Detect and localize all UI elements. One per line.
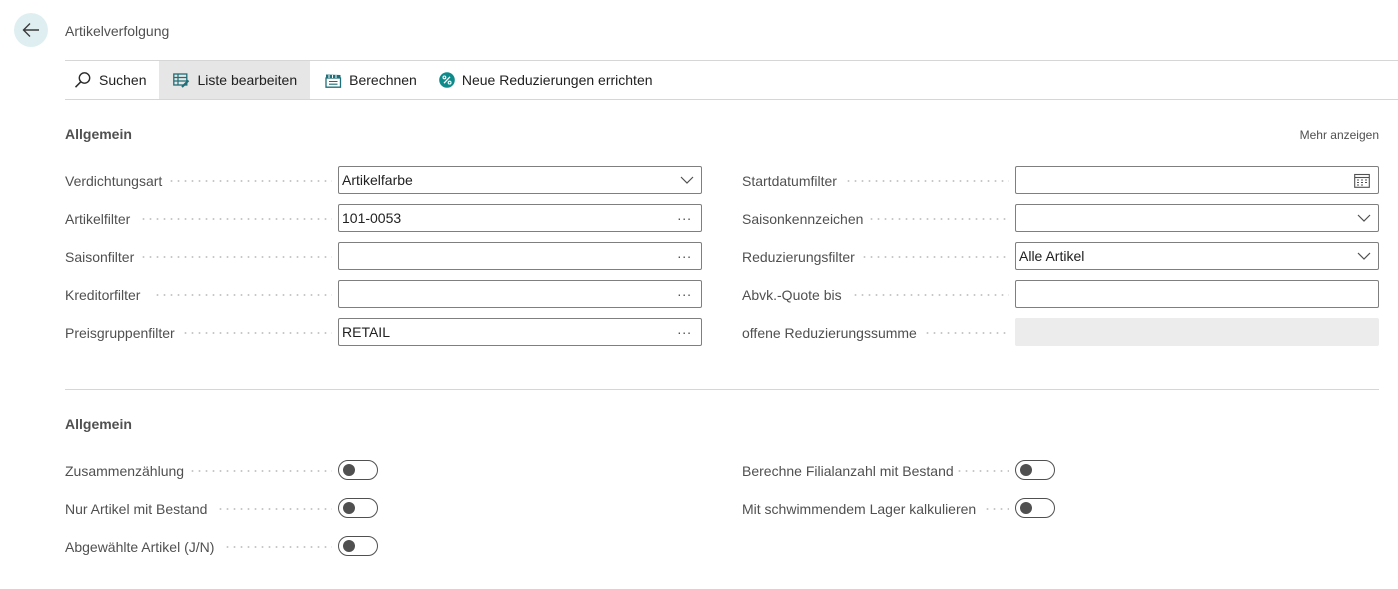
chevron-down-icon (1357, 252, 1371, 260)
toggle-row-floating-stock: Mit schwimmendem Lager kalkulieren (742, 495, 976, 523)
toggle-row-summation: Zusammenzählung (65, 457, 184, 485)
vendor-filter-label: Kreditorfilter (65, 287, 141, 303)
section-divider (65, 389, 1379, 390)
price-group-filter-value: RETAIL (342, 324, 390, 340)
toggle-row-store-count: Berechne Filialanzahl mit Bestand (742, 457, 954, 485)
sales-quota-label: Abvk.-Quote bis (742, 287, 842, 303)
field-row-vendor-filter: Kreditorfilter (65, 281, 140, 309)
deselected-items-toggle[interactable] (338, 536, 378, 556)
price-group-filter-input[interactable]: RETAIL ... (338, 318, 702, 346)
summation-label: Zusammenzählung (65, 463, 185, 479)
deselected-items-label: Abgewählte Artikel (J/N) (65, 539, 215, 555)
dotted-leader (861, 256, 1009, 258)
dotted-leader (182, 332, 332, 334)
open-reduction-sum-label: offene Reduzierungssumme (742, 325, 917, 341)
calculate-action-label: Berechnen (349, 72, 417, 88)
only-items-in-stock-toggle[interactable] (338, 498, 378, 518)
store-count-toggle[interactable] (1015, 460, 1055, 480)
reduction-filter-select[interactable]: Alle Artikel (1015, 242, 1379, 270)
percent-icon (439, 72, 455, 88)
search-icon (74, 72, 91, 88)
toggle-row-deselected-items: Abgewählte Artikel (J/N) (65, 533, 214, 561)
edit-list-icon (173, 72, 190, 88)
field-row-reduction-filter: Reduzierungsfilter (742, 243, 855, 271)
compression-type-select[interactable]: Artikelfarbe (338, 166, 702, 194)
search-action[interactable]: Suchen (65, 61, 153, 99)
only-items-in-stock-label: Nur Artikel mit Bestand (65, 501, 208, 517)
floating-stock-toggle[interactable] (1015, 498, 1055, 518)
dotted-leader (852, 294, 1009, 296)
new-reductions-action-label: Neue Reduzierungen errichten (461, 72, 653, 88)
field-row-open-reduction-sum: offene Reduzierungssumme (742, 319, 917, 347)
field-row-sales-quota: Abvk.-Quote bis (742, 281, 842, 309)
toggle-knob (343, 540, 355, 552)
dotted-leader (845, 180, 1009, 182)
reduction-filter-value: Alle Artikel (1019, 248, 1085, 264)
dotted-leader (224, 546, 332, 548)
dotted-leader (140, 218, 332, 220)
season-filter-input[interactable]: ... (338, 242, 702, 270)
calculate-action[interactable]: Berechnen (316, 61, 424, 99)
compression-type-label: Verdichtungsart (65, 173, 163, 189)
chevron-down-icon (680, 176, 694, 184)
start-date-filter-input[interactable] (1015, 166, 1379, 194)
field-row-start-date-filter: Startdatumfilter (742, 167, 837, 195)
dotted-leader (956, 470, 1009, 472)
edit-list-action-label: Liste bearbeiten (197, 72, 298, 88)
arrow-left-icon (22, 23, 39, 37)
price-group-filter-label: Preisgruppenfilter (65, 325, 175, 341)
dotted-leader (984, 508, 1009, 510)
action-bar: Suchen Liste bearbeiten Berechnen Neue R… (65, 60, 1398, 100)
dotted-leader (868, 218, 1009, 220)
field-row-item-filter: Artikelfilter (65, 205, 130, 233)
ellipsis-icon[interactable]: ... (677, 208, 698, 222)
section-general-options-title: Allgemein (65, 416, 132, 432)
season-code-select[interactable] (1015, 204, 1379, 232)
reduction-filter-label: Reduzierungsfilter (742, 249, 855, 265)
season-code-label: Saisonkennzeichen (742, 211, 864, 227)
toggle-knob (1020, 464, 1032, 476)
field-row-season-filter: Saisonfilter (65, 243, 134, 271)
toggle-row-only-items-in-stock: Nur Artikel mit Bestand (65, 495, 207, 523)
chevron-down-icon (1357, 214, 1371, 222)
field-row-price-group-filter: Preisgruppenfilter (65, 319, 175, 347)
compression-type-value: Artikelfarbe (342, 172, 413, 188)
ellipsis-icon[interactable]: ... (677, 284, 698, 298)
dotted-leader (140, 256, 332, 258)
new-reductions-action[interactable]: Neue Reduzierungen errichten (430, 61, 660, 99)
floating-stock-label: Mit schwimmendem Lager kalkulieren (742, 501, 977, 517)
toggle-knob (1020, 502, 1032, 514)
back-button[interactable] (14, 13, 48, 47)
summation-toggle[interactable] (338, 460, 378, 480)
edit-list-action[interactable]: Liste bearbeiten (159, 61, 311, 99)
section-general-title: Allgemein (65, 126, 132, 142)
sales-quota-input[interactable] (1015, 280, 1379, 308)
show-more-link[interactable]: Mehr anzeigen (1300, 128, 1379, 142)
season-filter-label: Saisonfilter (65, 249, 135, 265)
search-action-label: Suchen (99, 72, 147, 88)
ellipsis-icon[interactable]: ... (677, 246, 698, 260)
calendar-icon[interactable] (1354, 173, 1370, 188)
dotted-leader (217, 508, 332, 510)
toggle-knob (343, 502, 355, 514)
page-title: Artikelverfolgung (65, 23, 170, 39)
item-filter-label: Artikelfilter (65, 211, 131, 227)
open-reduction-sum-field (1015, 318, 1379, 346)
field-row-season-code: Saisonkennzeichen (742, 205, 863, 233)
store-count-label: Berechne Filialanzahl mit Bestand (742, 463, 954, 479)
calculate-icon (325, 74, 342, 88)
item-filter-value: 101-0053 (342, 210, 402, 226)
dotted-leader (924, 332, 1009, 334)
start-date-filter-label: Startdatumfilter (742, 173, 837, 189)
dotted-leader (168, 180, 332, 182)
ellipsis-icon[interactable]: ... (677, 322, 698, 336)
item-filter-input[interactable]: 101-0053 ... (338, 204, 702, 232)
field-row-compression-type: Verdichtungsart (65, 167, 162, 195)
vendor-filter-input[interactable]: ... (338, 280, 702, 308)
dotted-leader (189, 470, 332, 472)
toggle-knob (343, 464, 355, 476)
dotted-leader (154, 294, 332, 296)
